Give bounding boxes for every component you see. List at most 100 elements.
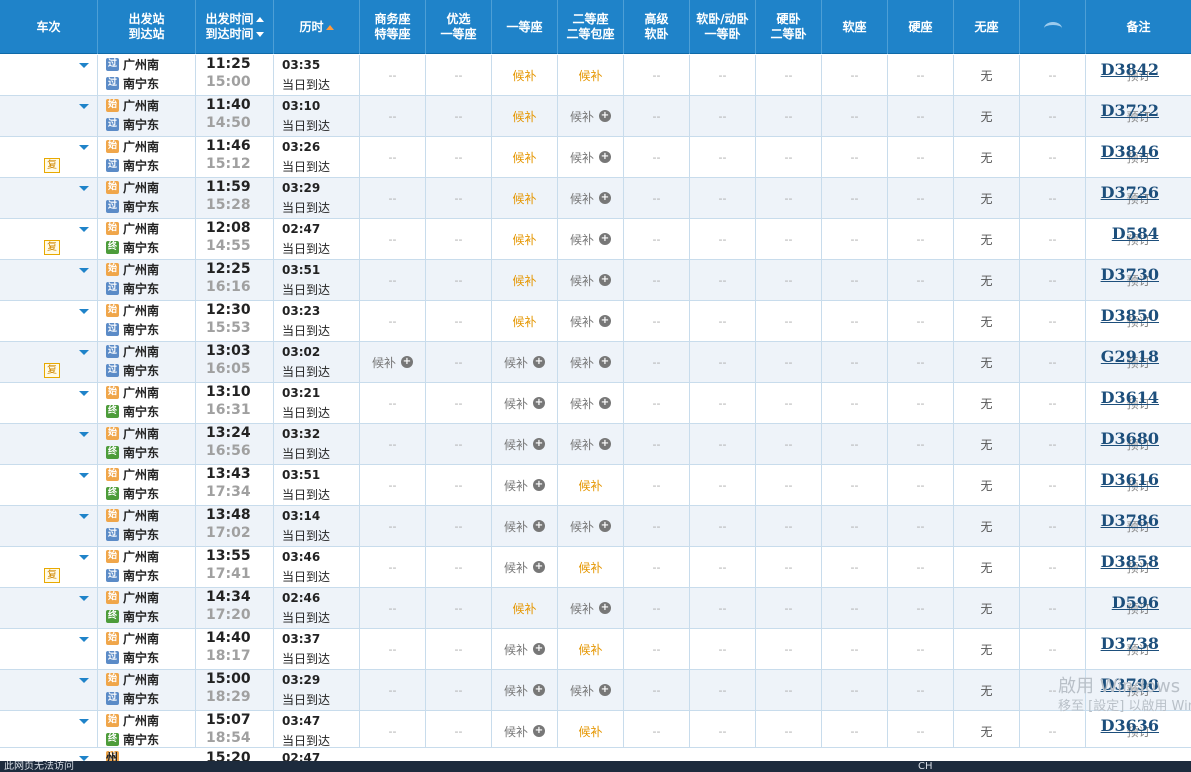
first-class-seat-waitlist[interactable]: 候补 + (504, 518, 545, 535)
plus-circle-icon[interactable]: + (401, 356, 413, 368)
plus-circle-icon[interactable]: + (599, 356, 611, 368)
train-number-link[interactable]: D3614 (1101, 388, 1159, 407)
plus-circle-icon[interactable]: + (533, 438, 545, 450)
first-class-seat-waitlist[interactable]: 候补 + (504, 641, 545, 658)
chevron-down-icon[interactable] (79, 227, 89, 232)
second-class-seat-waitlist[interactable]: 候补 + (570, 600, 611, 617)
train-number-link[interactable]: D3636 (1101, 716, 1159, 735)
first-class-seat-waitlist[interactable]: 候补 (512, 272, 536, 289)
chevron-down-icon[interactable] (79, 268, 89, 273)
first-class-seat-waitlist[interactable]: 候补 + (504, 723, 545, 740)
first-class-seat-waitlist[interactable]: 候补 + (504, 559, 545, 576)
cell-premium: -- (426, 629, 492, 669)
first-class-seat-waitlist[interactable]: 候补 (512, 149, 536, 166)
train-number-link[interactable]: D3616 (1101, 470, 1159, 489)
sort-asc-icon[interactable] (325, 24, 334, 30)
first-class-seat-waitlist[interactable]: 候补 (512, 231, 536, 248)
second-class-seat-waitlist[interactable]: 候补 + (570, 149, 611, 166)
chevron-down-icon[interactable] (79, 104, 89, 109)
chevron-down-icon[interactable] (79, 432, 89, 437)
train-number-link[interactable]: D584 (1112, 224, 1159, 243)
chevron-down-icon[interactable] (79, 391, 89, 396)
second-class-seat-waitlist[interactable]: 候补 + (570, 682, 611, 699)
chevron-down-icon[interactable] (79, 514, 89, 519)
second-class-seat-waitlist[interactable]: 候补 (578, 67, 602, 84)
plus-circle-icon[interactable]: + (599, 315, 611, 327)
first-class-seat-waitlist[interactable]: 候补 (512, 108, 536, 125)
plus-circle-icon[interactable]: + (533, 520, 545, 532)
plus-circle-icon[interactable]: + (599, 438, 611, 450)
plus-circle-icon[interactable]: + (533, 561, 545, 573)
chevron-down-icon[interactable] (79, 596, 89, 601)
chevron-down-icon[interactable] (79, 145, 89, 150)
second-class-seat-waitlist[interactable]: 候补 (578, 559, 602, 576)
second-class-seat-waitlist[interactable]: 候补 + (570, 395, 611, 412)
chevron-down-icon[interactable] (79, 186, 89, 191)
business-seat-waitlist[interactable]: 候补 + (372, 354, 413, 371)
second-class-seat-waitlist[interactable]: 候补 + (570, 190, 611, 207)
plus-circle-icon[interactable]: + (533, 356, 545, 368)
train-number-link[interactable]: D3858 (1101, 552, 1159, 571)
sort-asc-icon[interactable] (255, 17, 264, 22)
second-class-seat-waitlist[interactable]: 候补 + (570, 231, 611, 248)
plus-circle-icon[interactable]: + (533, 479, 545, 491)
plus-circle-icon[interactable]: + (599, 110, 611, 122)
first-class-seat-waitlist[interactable]: 候补 (512, 190, 536, 207)
chevron-down-icon[interactable] (79, 678, 89, 683)
plus-circle-icon[interactable]: + (599, 520, 611, 532)
train-number-link[interactable]: D3850 (1101, 306, 1159, 325)
plus-circle-icon[interactable]: + (599, 602, 611, 614)
train-number-link[interactable]: D3738 (1101, 634, 1159, 653)
second-class-seat-waitlist[interactable]: 候补 (578, 477, 602, 494)
plus-circle-icon[interactable]: + (533, 684, 545, 696)
train-number-link[interactable]: D3786 (1101, 511, 1159, 530)
plus-circle-icon[interactable]: + (599, 233, 611, 245)
chevron-down-icon[interactable] (79, 637, 89, 642)
header-time[interactable]: 出发时间 到达时间 (196, 0, 274, 54)
taskbar-ime-indicator[interactable]: CH (918, 761, 933, 772)
train-number-link[interactable]: D3846 (1101, 142, 1159, 161)
chevron-down-icon[interactable] (79, 63, 89, 68)
second-class-seat-waitlist[interactable]: 候补 + (570, 518, 611, 535)
second-class-seat-waitlist[interactable]: 候补 + (570, 272, 611, 289)
plus-circle-icon[interactable]: + (599, 192, 611, 204)
plus-circle-icon[interactable]: + (533, 725, 545, 737)
first-class-seat-waitlist[interactable]: 候补 (512, 313, 536, 330)
chevron-down-icon[interactable] (79, 719, 89, 724)
taskbar-left-text[interactable]: 此网页无法访问 (4, 761, 74, 772)
train-number-link[interactable]: D3730 (1101, 265, 1159, 284)
train-number-link[interactable]: G2918 (1101, 347, 1159, 366)
plus-circle-icon[interactable]: + (599, 397, 611, 409)
second-class-seat-waitlist[interactable]: 候补 + (570, 354, 611, 371)
train-number-link[interactable]: D3790 (1101, 675, 1159, 694)
header-duration[interactable]: 历时 (274, 0, 360, 54)
second-class-seat-waitlist[interactable]: 候补 + (570, 313, 611, 330)
second-class-seat-waitlist[interactable]: 候补 (578, 723, 602, 740)
train-number-link[interactable]: D3680 (1101, 429, 1159, 448)
train-number-link[interactable]: D3842 (1101, 60, 1159, 79)
train-number-link[interactable]: D3722 (1101, 101, 1159, 120)
plus-circle-icon[interactable]: + (533, 643, 545, 655)
cell-softseat: -- (822, 55, 888, 95)
chevron-down-icon[interactable] (79, 350, 89, 355)
plus-circle-icon[interactable]: + (599, 684, 611, 696)
second-class-seat-waitlist[interactable]: 候补 (578, 641, 602, 658)
first-class-seat-waitlist[interactable]: 候补 (512, 600, 536, 617)
first-class-seat-waitlist[interactable]: 候补 + (504, 477, 545, 494)
first-class-seat-waitlist[interactable]: 候补 + (504, 354, 545, 371)
chevron-down-icon[interactable] (79, 473, 89, 478)
plus-circle-icon[interactable]: + (533, 397, 545, 409)
first-class-seat-waitlist[interactable]: 候补 + (504, 436, 545, 453)
first-class-seat-waitlist[interactable]: 候补 (512, 67, 536, 84)
sort-desc-icon[interactable] (255, 32, 264, 37)
chevron-down-icon[interactable] (79, 309, 89, 314)
second-class-seat-waitlist[interactable]: 候补 + (570, 108, 611, 125)
plus-circle-icon[interactable]: + (599, 151, 611, 163)
plus-circle-icon[interactable]: + (599, 274, 611, 286)
train-number-link[interactable]: D3726 (1101, 183, 1159, 202)
first-class-seat-waitlist[interactable]: 候补 + (504, 682, 545, 699)
train-number-link[interactable]: D596 (1112, 593, 1159, 612)
first-class-seat-waitlist[interactable]: 候补 + (504, 395, 545, 412)
second-class-seat-waitlist[interactable]: 候补 + (570, 436, 611, 453)
chevron-down-icon[interactable] (79, 555, 89, 560)
